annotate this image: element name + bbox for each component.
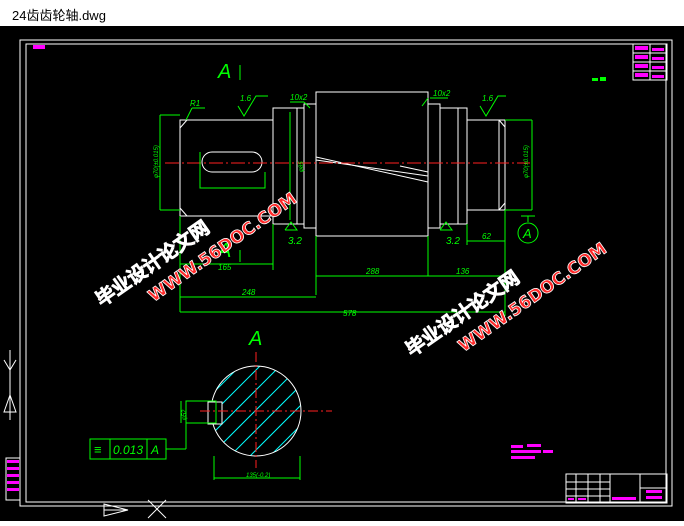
section-view-title: A <box>248 328 262 350</box>
datum-marker: A <box>517 215 539 244</box>
roughness-right: 1.6 <box>482 94 494 103</box>
revision-table <box>632 43 668 81</box>
watermark-1: 毕业设计论文网 WWW.56DOC.COM <box>91 189 301 312</box>
dim-578: 578 <box>343 309 357 318</box>
dia-right: φ70(±0.015) <box>524 145 530 178</box>
section-keyway <box>207 401 223 425</box>
window-titlebar: 24齿齿轮轴.dwg <box>0 0 684 26</box>
section-mark-top: A <box>217 61 231 83</box>
drawing-labels: A A 1.6 1.6 3.2 3.2 R1 10x2 10x2 165 288… <box>154 61 530 318</box>
window-title: 24齿齿轮轴.dwg <box>12 8 106 23</box>
dim-288: 288 <box>365 267 380 276</box>
roughness-bottom-right: 3.2 <box>446 236 460 247</box>
dia-mid: φ85 <box>299 161 305 172</box>
dim-136: 136 <box>456 267 470 276</box>
chamfer-right: 10x2 <box>433 89 451 98</box>
tech-notes <box>511 444 553 459</box>
side-table <box>5 457 21 501</box>
chamfer-left: 10x2 <box>290 93 308 102</box>
ucs-icon <box>3 350 167 519</box>
watermark-2: 毕业设计论文网 WWW.56DOC.COM <box>401 239 611 362</box>
shaft-outline <box>179 91 506 237</box>
dim-165: 165 <box>218 263 232 272</box>
corner-marker <box>33 45 45 49</box>
title-block-fills <box>568 490 662 500</box>
drawing-canvas[interactable]: A A 1.6 1.6 3.2 3.2 R1 10x2 10x2 165 288… <box>0 26 684 521</box>
tolerance-datum: A <box>150 443 159 457</box>
roughness-bottom-left: 3.2 <box>288 236 302 247</box>
section-dim-width: 135(-0.2) <box>246 473 270 479</box>
datum-label: A <box>522 226 532 241</box>
tolerance-symbol: ≡ <box>94 442 102 457</box>
dim-62: 62 <box>482 232 491 241</box>
r1-label: R1 <box>190 99 200 108</box>
roughness-left: 1.6 <box>240 94 252 103</box>
section-dim-height: φ52 <box>182 409 188 420</box>
tolerance-value: 0.013 <box>113 443 143 457</box>
dia-left: φ70(±0.015) <box>154 145 160 178</box>
dimension-lines <box>159 65 533 316</box>
cad-drawing: A A 1.6 1.6 3.2 3.2 R1 10x2 10x2 165 288… <box>3 39 673 519</box>
surface-note <box>592 77 606 81</box>
dim-248: 248 <box>241 288 256 297</box>
